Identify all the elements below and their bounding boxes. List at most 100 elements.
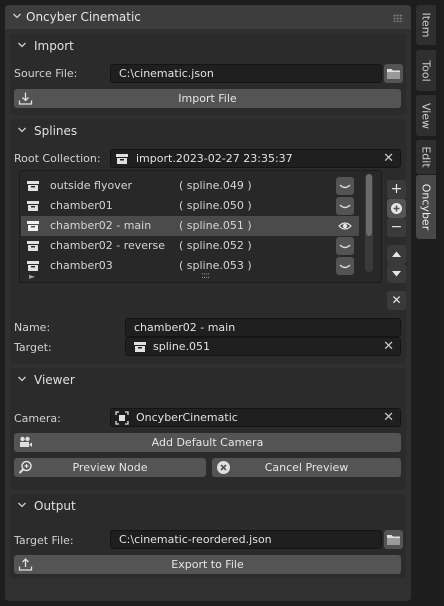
clear-root-icon[interactable]: ✕ [383, 150, 394, 167]
add-circle-button[interactable] [387, 199, 406, 218]
list-item[interactable]: outside flyover ( spline.049 ) [21, 176, 359, 196]
splines-section-header[interactable]: Splines [10, 119, 406, 143]
chevron-down-icon [18, 127, 26, 133]
import-file-label: Import File [178, 92, 237, 105]
tab-item[interactable]: Item [416, 5, 436, 45]
add-item-button[interactable]: + [387, 180, 406, 199]
chevron-down-icon [18, 376, 26, 382]
output-section: Output Target File: C:\cinematic-reorder… [10, 494, 406, 578]
list-item-name: outside flyover [50, 179, 133, 192]
camera-label: Camera: [14, 412, 61, 425]
remove-item-button[interactable]: − [387, 218, 406, 237]
export-to-file-button[interactable]: Export to File [14, 555, 401, 574]
list-item-name: chamber03 [50, 259, 113, 272]
import-file-button[interactable]: Import File [14, 89, 401, 108]
panel-header[interactable]: Oncyber Cinematic [5, 5, 411, 29]
folder-icon [387, 69, 400, 79]
collection-icon [27, 221, 39, 231]
list-item-spline: ( spline.053 ) [179, 259, 252, 272]
collection-icon [27, 241, 39, 251]
eye-closed-icon [339, 184, 351, 189]
import-section-header[interactable]: Import [10, 34, 406, 58]
list-item-spline: ( spline.052 ) [179, 239, 252, 252]
preview-node-button[interactable]: Preview Node [14, 458, 206, 477]
cancel-preview-button[interactable]: Cancel Preview [212, 458, 401, 477]
name-label: Name: [14, 321, 51, 334]
source-file-label: Source File: [14, 67, 78, 80]
import-icon [18, 92, 33, 105]
eye-closed-icon [339, 204, 351, 209]
expand-filter-icon[interactable]: ► [29, 272, 35, 281]
move-down-button[interactable] [387, 264, 406, 283]
clear-target-icon[interactable]: ✕ [383, 338, 394, 355]
export-to-file-label: Export to File [171, 558, 244, 571]
list-item[interactable]: chamber01 ( spline.050 ) [21, 196, 359, 216]
browse-target-button[interactable] [384, 530, 403, 549]
list-scrollbar[interactable] [365, 174, 373, 272]
browse-source-button[interactable] [384, 64, 403, 83]
target-file-label: Target File: [14, 534, 74, 547]
list-item-spline: ( spline.049 ) [179, 179, 252, 192]
visibility-toggle[interactable] [336, 257, 354, 275]
collection-icon [27, 261, 39, 271]
add-default-camera-button[interactable]: Add Default Camera [14, 433, 401, 452]
list-item-spline: ( spline.050 ) [179, 199, 252, 212]
triangle-up-icon [392, 251, 401, 257]
visibility-toggle[interactable] [336, 217, 354, 235]
visibility-toggle[interactable] [336, 197, 354, 215]
list-item-spline: ( spline.051 ) [179, 219, 252, 232]
list-resize-handle[interactable]: :::: [201, 271, 210, 281]
folder-icon [387, 535, 400, 545]
list-item[interactable]: chamber03 ( spline.053 ) [21, 256, 359, 276]
list-item-name: chamber02 - reverse [50, 239, 166, 252]
target-label: Target: [14, 341, 52, 354]
eye-closed-icon [339, 244, 351, 249]
preview-node-label: Preview Node [72, 461, 148, 474]
list-item[interactable]: chamber02 - reverse ( spline.052 ) [21, 236, 359, 256]
viewer-section-title: Viewer [34, 373, 75, 387]
tab-tool[interactable]: Tool [416, 50, 436, 91]
list-item-name: chamber02 - main [50, 219, 152, 232]
list-item-selected[interactable]: chamber02 - main ( spline.051 ) [21, 216, 359, 236]
output-section-header[interactable]: Output [10, 494, 406, 518]
splines-section: Splines Root Collection: import.2023-02-… [10, 119, 406, 364]
zoom-icon [18, 460, 32, 474]
visibility-toggle[interactable] [336, 177, 354, 195]
name-input[interactable]: chamber02 - main [125, 318, 401, 337]
oncyber-cinematic-panel: Oncyber Cinematic Import Source File: C:… [5, 5, 411, 601]
add-default-camera-label: Add Default Camera [151, 436, 264, 449]
cancel-icon [217, 461, 230, 474]
tab-oncyber[interactable]: Oncyber [416, 175, 436, 239]
tab-edit[interactable]: Edit [416, 140, 436, 174]
plus-circle-icon [391, 203, 402, 214]
import-section-title: Import [34, 39, 74, 53]
triangle-down-icon [392, 271, 401, 277]
tab-view[interactable]: View [416, 95, 436, 136]
root-collection-field[interactable]: import.2023-02-27 23:35:37 ✕ [110, 149, 401, 168]
target-file-input[interactable]: C:\cinematic-reordered.json [110, 530, 382, 549]
drag-grip-icon[interactable] [393, 14, 403, 22]
viewer-section: Viewer Camera: OncyberCinematic ✕ Add De… [10, 368, 406, 490]
visibility-toggle[interactable] [336, 237, 354, 255]
delete-item-button[interactable]: ✕ [387, 291, 406, 310]
clear-camera-icon[interactable]: ✕ [383, 409, 394, 426]
splines-list[interactable]: outside flyover ( spline.049 ) chamber01… [19, 170, 382, 283]
collection-icon [27, 201, 39, 211]
chevron-down-icon [13, 13, 21, 19]
move-up-button[interactable] [387, 245, 406, 264]
camera-icon [20, 436, 32, 447]
viewer-section-header[interactable]: Viewer [10, 368, 406, 392]
camera-field[interactable]: OncyberCinematic ✕ [110, 408, 401, 427]
scrollbar-thumb[interactable] [366, 174, 372, 236]
chevron-down-icon [18, 42, 26, 48]
collection-icon [134, 342, 146, 352]
splines-section-title: Splines [34, 124, 78, 138]
target-field[interactable]: spline.051 ✕ [125, 337, 401, 356]
panel-title: Oncyber Cinematic [26, 10, 141, 24]
target-value: spline.051 [153, 340, 211, 353]
camera-value: OncyberCinematic [136, 411, 238, 424]
eye-closed-icon [339, 264, 351, 269]
import-section: Import Source File: C:\cinematic.json Im… [10, 34, 406, 115]
cancel-preview-label: Cancel Preview [264, 461, 349, 474]
source-file-input[interactable]: C:\cinematic.json [110, 64, 382, 83]
